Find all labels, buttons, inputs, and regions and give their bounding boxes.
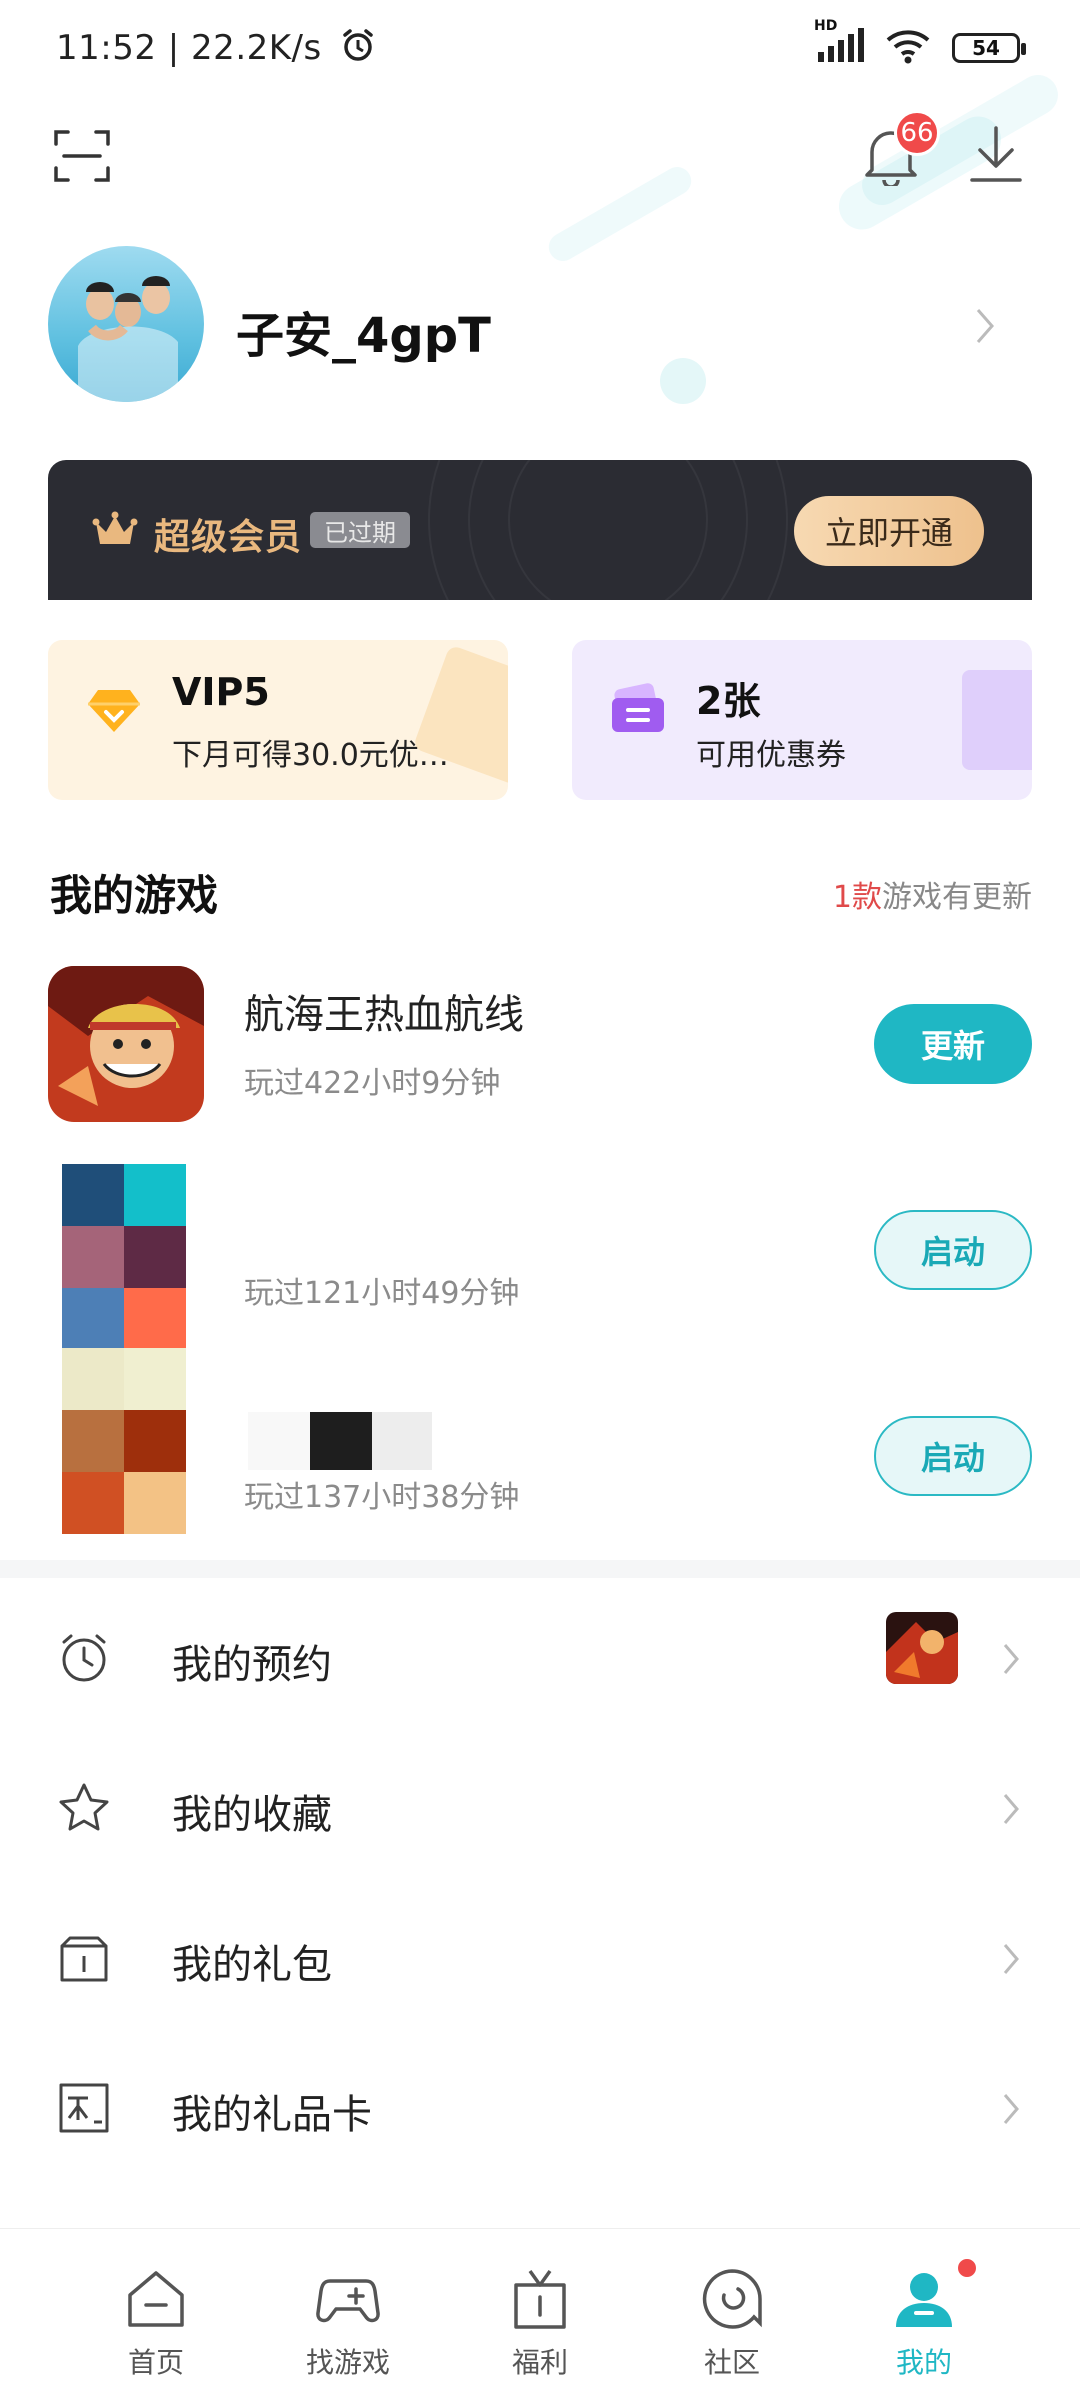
battery-icon: 54 (952, 33, 1026, 63)
status-bar: 11:52 | 22.2K/s HD 54 (0, 0, 1080, 96)
games-update-note[interactable]: 1款游戏有更新 (833, 872, 1032, 916)
coupon-count: 2张 (696, 679, 761, 723)
diamond-icon (84, 680, 144, 740)
banner-decoration (508, 460, 708, 600)
network-type-label: HD (814, 18, 838, 34)
nav-label: 福利 (511, 2346, 568, 2379)
nav-label: 社区 (703, 2346, 760, 2379)
game-icon[interactable] (62, 1348, 186, 1534)
chevron-right-icon (1002, 1792, 1022, 1826)
menu-label: 我的礼品卡 (172, 2092, 372, 2138)
notification-count: 66 (900, 118, 934, 148)
menu-label: 我的礼包 (172, 1942, 332, 1988)
battery-level: 54 (972, 36, 1000, 60)
menu-label: 我的收藏 (172, 1792, 332, 1838)
nav-label: 找游戏 (305, 2346, 390, 2379)
user-icon (892, 2267, 956, 2331)
update-count: 1款 (832, 880, 882, 915)
avatar[interactable] (48, 246, 204, 402)
coupon-card[interactable]: 2张 可用优惠券 (572, 640, 1032, 800)
star-icon (56, 1780, 112, 1836)
signal-icon: HD (814, 18, 864, 68)
nav-item-community[interactable]: 社区 (632, 2229, 832, 2400)
super-vip-banner[interactable]: 超级会员 已过期 立即开通 (48, 460, 1032, 600)
activate-vip-button[interactable]: 立即开通 (794, 496, 984, 566)
game-playtime: 玩过422小时9分钟 (244, 1066, 501, 1101)
section-divider (0, 1560, 1080, 1578)
coupon-label: 可用优惠券 (696, 738, 846, 773)
game-row[interactable]: 玩过121小时49分钟 启动 (0, 1164, 1080, 1348)
gift-card-icon (56, 2080, 112, 2136)
game-playtime: 玩过137小时38分钟 (244, 1480, 520, 1515)
chat-bubble-icon (700, 2267, 764, 2331)
username[interactable]: 子安_4gpT (236, 296, 491, 366)
vip-level-card[interactable]: VIP5 下月可得30.0元优… (48, 640, 508, 800)
header-decoration (543, 161, 697, 267)
launch-game-button[interactable]: 启动 (874, 1416, 1032, 1496)
status-indicators: HD 54 (814, 18, 1026, 68)
nav-label: 首页 (127, 2346, 184, 2379)
nav-item-home[interactable]: 首页 (56, 2229, 256, 2400)
chevron-right-icon[interactable] (974, 306, 998, 346)
update-suffix: 游戏有更新 (882, 880, 1032, 915)
status-time-text: 11:52 | 22.2K/s (56, 28, 322, 68)
card-decoration (962, 670, 1032, 770)
ticket-icon (608, 680, 668, 740)
home-icon (124, 2267, 188, 2331)
game-row[interactable]: 航海王热血航线 玩过422小时9分钟 更新 (0, 966, 1080, 1146)
vip-level: VIP5 (172, 670, 270, 714)
menu-item-reservations[interactable]: 我的预约 (0, 1580, 1080, 1730)
chevron-right-icon (1002, 1942, 1022, 1976)
notification-dot (956, 2257, 978, 2279)
bottom-navigation: 首页 找游戏 福利 社区 我的 (0, 2228, 1080, 2400)
menu-label: 我的预约 (172, 1642, 332, 1688)
nav-item-find-games[interactable]: 找游戏 (248, 2229, 448, 2400)
game-icon[interactable] (62, 1164, 186, 1348)
my-games-title: 我的游戏 (50, 871, 219, 920)
launch-game-button[interactable]: 启动 (874, 1210, 1032, 1290)
alarm-clock-icon (56, 1630, 112, 1686)
nav-label: 我的 (895, 2346, 952, 2379)
download-icon[interactable] (966, 124, 1026, 186)
update-game-button[interactable]: 更新 (874, 1004, 1032, 1084)
gift-icon (508, 2267, 572, 2331)
vip-benefit-text: 下月可得30.0元优… (172, 738, 449, 773)
nav-item-mine[interactable]: 我的 (824, 2229, 1024, 2400)
game-name-placeholder (248, 1412, 432, 1470)
menu-item-gift-cards[interactable]: 我的礼品卡 (0, 2030, 1080, 2180)
chevron-right-icon (1002, 1642, 1022, 1676)
crown-icon (92, 510, 138, 554)
nav-item-welfare[interactable]: 福利 (440, 2229, 640, 2400)
gamepad-icon (316, 2267, 380, 2331)
wifi-icon (886, 28, 930, 68)
super-vip-title: 超级会员 (154, 517, 303, 558)
reserved-game-thumbnail (886, 1612, 958, 1684)
menu-item-gift-packs[interactable]: 我的礼包 (0, 1880, 1080, 2030)
menu-item-favorites[interactable]: 我的收藏 (0, 1730, 1080, 1880)
game-name: 航海王热血航线 (244, 992, 524, 1038)
scan-icon[interactable] (52, 126, 112, 186)
chevron-right-icon (1002, 2092, 1022, 2126)
game-playtime: 玩过121小时49分钟 (244, 1276, 520, 1311)
status-time: 11:52 | 22.2K/s (56, 26, 377, 73)
gift-box-icon (56, 1930, 112, 1986)
vip-expired-badge: 已过期 (310, 512, 410, 548)
game-row[interactable]: 玩过137小时38分钟 启动 (0, 1348, 1080, 1534)
notification-badge: 66 (894, 110, 940, 156)
header-decoration (660, 358, 706, 404)
game-icon[interactable] (48, 966, 204, 1122)
alarm-icon (339, 26, 377, 73)
